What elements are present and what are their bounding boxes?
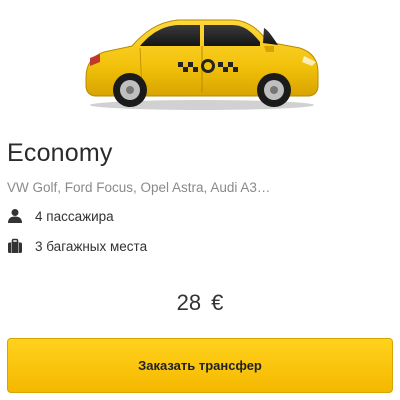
order-transfer-button[interactable]: Заказать трансфер <box>7 338 393 393</box>
luggage-capacity-label: 3 багажных места <box>35 238 148 254</box>
passenger-capacity-label: 4 пассажира <box>35 208 114 224</box>
person-icon <box>7 208 23 224</box>
price-label: 28 € <box>176 290 224 315</box>
passenger-capacity: 4 пассажира <box>7 206 114 226</box>
luggage-icon <box>7 238 23 254</box>
luggage-capacity: 3 багажных места <box>7 236 147 256</box>
vehicle-class-title: Economy <box>7 139 113 167</box>
transfer-option-card: Economy VW Golf, Ford Focus, Opel Astra,… <box>0 0 400 400</box>
vehicle-models-text: VW Golf, Ford Focus, Opel Astra, Audi A3… <box>7 180 271 195</box>
taxi-car-image <box>82 12 322 112</box>
